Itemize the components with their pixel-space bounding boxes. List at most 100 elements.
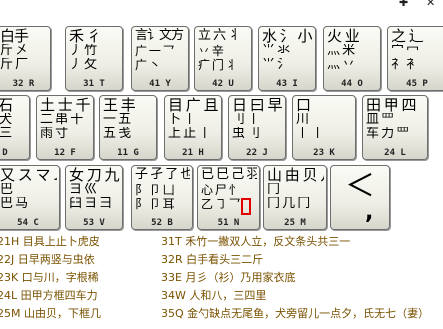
key-u-code: 42 U <box>212 79 234 89</box>
key-d[interactable]: 古石 厂 犬 ナ 三 D <box>0 95 30 160</box>
key-h-code: 21 H <box>182 148 204 158</box>
key-i-root-3: ⺌ 氵 <box>262 58 290 72</box>
key-g-code: 11 G <box>117 148 139 158</box>
key-t-code: 31 T <box>83 79 105 89</box>
key-u-root-3: 疒 门 丬 <box>198 58 238 72</box>
key-g-root-2: 一 五 <box>103 113 131 127</box>
key-y[interactable]: 言讠文方 广 一 乛 广 丶 41 Y <box>131 26 189 91</box>
key-b-root-2: 阝 卩 凵 <box>135 183 175 197</box>
mnemonic-33e: 33E 月彡（衫）乃用家衣底 <box>161 271 296 284</box>
mnemonic-35q: 35Q 金勺缺点无尾鱼，犬旁留儿一点夕，氏无七（妻） <box>161 307 430 320</box>
key-r[interactable]: 白手 斤 㐅 斤 厂 32 R <box>0 26 51 91</box>
key-j-root-1: 日 曰 早 <box>232 97 283 113</box>
key-b-code: 52 B <box>151 218 173 228</box>
key-v-code: 53 V <box>83 218 105 228</box>
key-n-root-1: 已 巳 己 羽 <box>201 167 257 182</box>
key-f[interactable]: 土 士 千 二 串 十 雨 寸 12 F <box>36 95 94 160</box>
key-j[interactable]: 日 曰 早 刂 丨 虫 刂 22 J <box>228 95 286 160</box>
title-bar: ✚ ✕ <box>0 0 443 8</box>
key-t-root-1: 禾 彳 <box>69 28 102 44</box>
key-j-code: 22 J <box>246 148 268 158</box>
key-y-root-1: 言讠文方 <box>135 28 184 43</box>
key-l-root-3: 车 力 罒 <box>366 127 409 141</box>
key-t-root-3: 丿 攵 <box>69 58 97 72</box>
text-cursor-highlight <box>241 198 251 215</box>
mnemonic-21h: 21H 目具上止卜虎皮 <box>0 235 100 248</box>
key-comma[interactable]: ＜ , <box>330 165 390 230</box>
key-r-root-1: 白手 <box>0 28 29 44</box>
key-g[interactable]: 王 丰 一 五 五 戋 11 G <box>99 95 157 160</box>
key-d-root-2: 厂 犬 <box>0 113 12 127</box>
key-o-root-1: 火 业 <box>327 28 360 44</box>
key-h[interactable]: 目 广 且 卜 丨 上 止 丨 21 H <box>164 95 222 160</box>
key-f-root-2: 二 串 十 <box>40 113 83 127</box>
key-c-root-1: 又 ス マ ム <box>0 167 57 183</box>
key-i[interactable]: 水 氵 小 ⺌ 氺 ⺌ 氵 43 I <box>258 26 316 91</box>
key-h-root-3: 上 止 丨 <box>168 127 211 141</box>
key-d-root-1: 古石 <box>0 97 27 113</box>
key-v-root-3: 臼 ヨ 彐 <box>69 197 112 211</box>
key-t-root-2: 丿 竹 <box>69 44 97 58</box>
close-icon[interactable]: ✕ <box>426 0 435 8</box>
key-c-root-3: 巴 马 <box>0 197 28 211</box>
key-c-code: 54 C <box>17 218 39 228</box>
key-r-root-2: 斤 㐅 <box>0 44 28 58</box>
key-c[interactable]: 又 ス マ ム 巴 巴 马 54 C <box>0 165 60 230</box>
key-b-root-3: 阝 卩 耳 <box>135 197 175 211</box>
key-b[interactable]: 子 孑 了 也 阝 卩 凵 阝 卩 耳 52 B <box>131 165 193 230</box>
key-h-root-1: 目 广 且 <box>168 97 219 113</box>
key-j-root-2: 刂 丨 <box>232 113 260 127</box>
key-r-code: 32 R <box>12 79 35 89</box>
key-l[interactable]: 田 甲 四 皿 罒 车 力 罒 24 L <box>362 95 428 160</box>
key-n-code: 51 N <box>217 218 240 228</box>
less-than-symbol: ＜ <box>345 169 375 204</box>
mnemonic-22j: 22J 日早两竖与虫依 <box>0 253 95 266</box>
key-p[interactable]: 之 辶 宀 冖 礻 衤 45 P <box>387 26 443 91</box>
key-o-code: 44 O <box>341 79 363 89</box>
key-i-root-1: 水 氵 小 <box>262 28 313 44</box>
pin-icon[interactable]: ✚ <box>399 0 408 8</box>
key-m-root-2: 冂 <box>267 183 280 197</box>
mnemonic-34w: 34W 人和八，三四里 <box>161 289 267 302</box>
key-k-code: 23 K <box>313 148 335 158</box>
key-k[interactable]: 口 川 丨 丨 23 K <box>292 95 356 160</box>
key-m-root-3: 冂 几 冂 <box>267 197 310 211</box>
key-h-root-2: 卜 丨 <box>168 113 196 127</box>
key-k-root-1: 口 <box>296 97 311 113</box>
key-o[interactable]: 火 业 灬 米 灬 丷 44 O <box>323 26 381 91</box>
key-m[interactable]: 山 由 贝 几 冂 冂 几 冂 25 M <box>263 165 327 230</box>
mnemonic-32r: 32R 白手看头三二斤 <box>161 253 264 266</box>
key-d-root-3: ナ 三 <box>0 127 12 141</box>
key-y-root-2: 广 一 乛 <box>135 44 175 58</box>
key-k-root-2: 川 <box>296 113 309 127</box>
key-o-root-2: 灬 米 <box>327 44 355 58</box>
key-y-root-3: 广 丶 <box>135 58 161 72</box>
key-v-root-2: ヨ 巛 <box>69 183 97 197</box>
key-p-root-2: 宀 冖 <box>391 44 419 58</box>
key-t[interactable]: 禾 彳 丿 竹 丿 攵 31 T <box>65 26 123 91</box>
key-m-code: 25 M <box>284 218 306 228</box>
key-y-code: 41 Y <box>149 79 171 89</box>
key-v[interactable]: 女 刀 九 ヨ 巛 臼 ヨ 彐 53 V <box>65 165 123 230</box>
key-f-root-1: 土 士 千 <box>40 97 91 113</box>
key-f-root-3: 雨 寸 <box>40 127 68 141</box>
comma-symbol: , <box>365 200 374 225</box>
key-i-root-2: ⺌ 氺 <box>262 44 290 58</box>
mnemonic-24l: 24L 田甲方框四车力 <box>0 289 98 302</box>
key-p-code: 45 P <box>406 79 428 89</box>
key-r-root-3: 斤 厂 <box>0 58 28 72</box>
key-n-root-2: 心 尸 忄 <box>201 183 241 197</box>
key-j-root-3: 虫 刂 <box>232 127 260 141</box>
key-p-root-3: 礻 衤 <box>391 58 419 72</box>
mnemonic-23k: 23K 口与川，字根稀 <box>0 271 99 284</box>
key-l-code: 24 L <box>384 148 406 158</box>
key-g-root-3: 五 戋 <box>103 127 131 141</box>
key-l-root-1: 田 甲 四 <box>366 97 417 113</box>
key-g-root-1: 王 丰 <box>103 97 136 113</box>
mnemonic-31t: 31T 禾竹一撇双人立，反文条头共三一 <box>161 235 351 248</box>
key-c-root-2: 巴 <box>0 183 13 197</box>
mnemonic-25m: 25M 山由贝，下框几 <box>0 307 101 320</box>
key-u[interactable]: 立 六 丬 丷 辛 疒 门 丬 42 U <box>194 26 252 91</box>
key-l-root-2: 皿 罒 <box>366 113 394 127</box>
key-i-code: 43 I <box>276 79 298 89</box>
